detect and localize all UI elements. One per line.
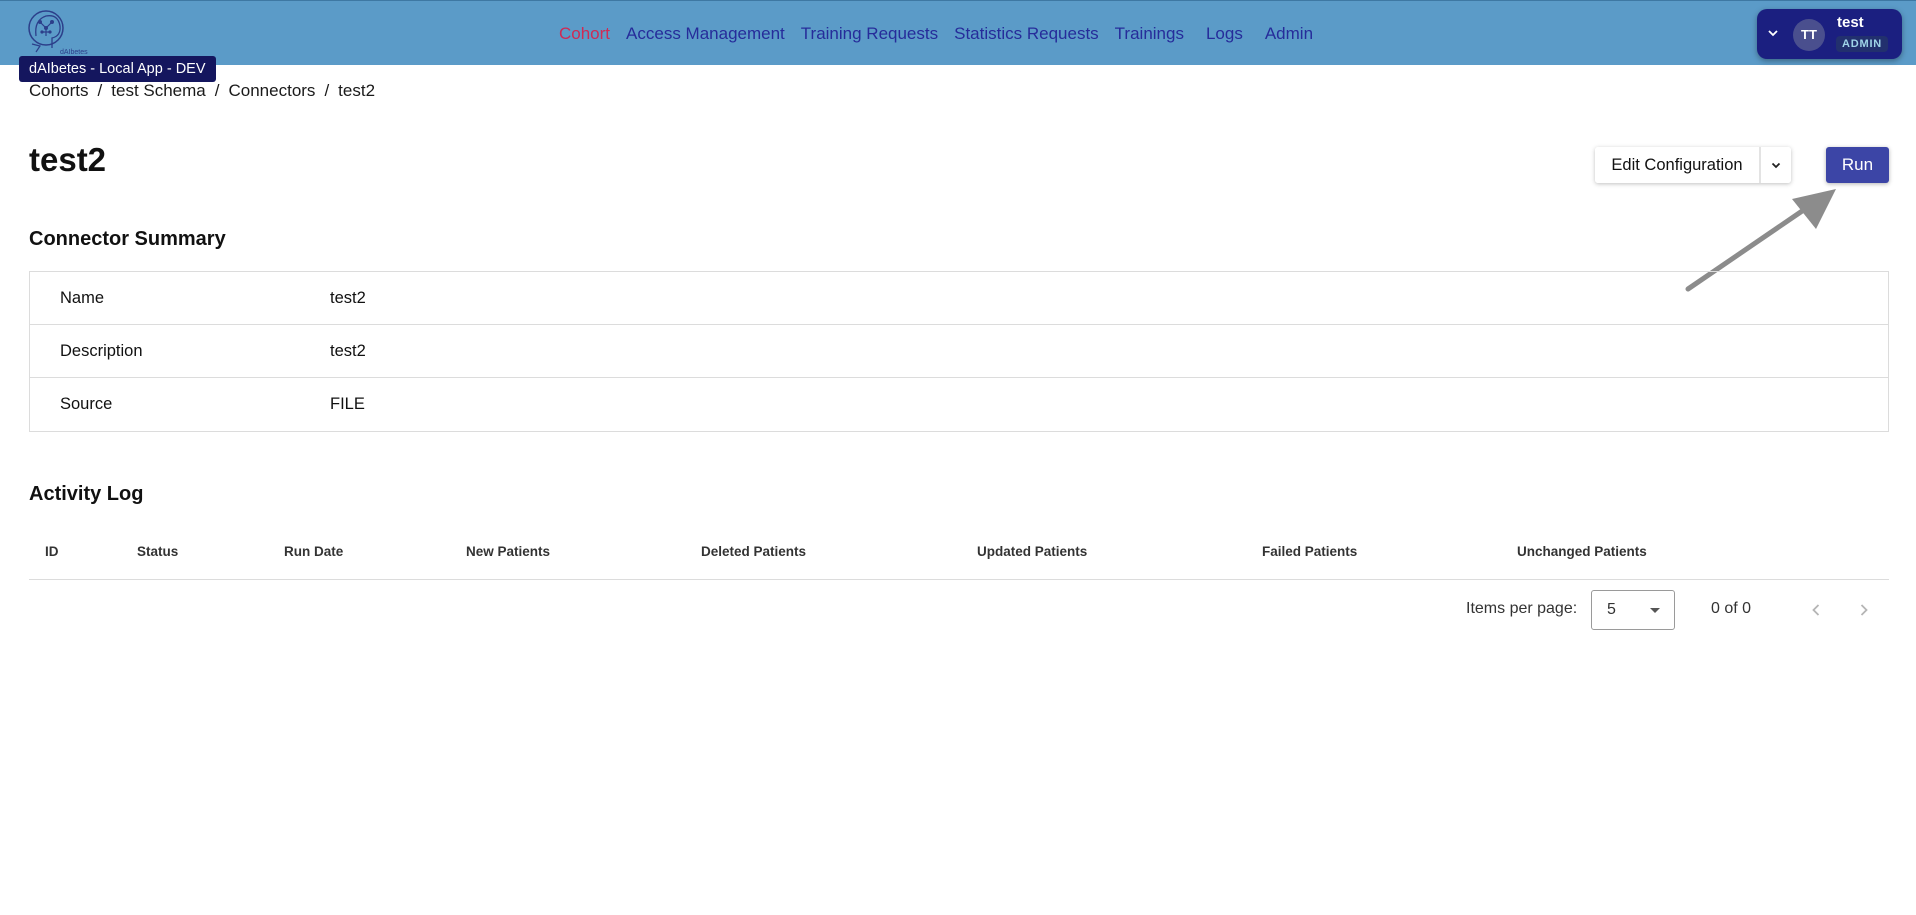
summary-row-description: Description test2 xyxy=(30,325,1888,378)
connector-summary-table: Name test2 Description test2 Source FILE xyxy=(29,271,1889,432)
user-name: test xyxy=(1837,14,1864,31)
nav-logs[interactable]: Logs xyxy=(1206,24,1243,44)
environment-badge: dAIbetes - Local App - DEV xyxy=(19,56,216,82)
items-per-page-select[interactable]: 5 xyxy=(1591,590,1675,630)
connector-summary-title: Connector Summary xyxy=(29,228,226,250)
column-header-status[interactable]: Status xyxy=(137,544,178,559)
nav-admin[interactable]: Admin xyxy=(1265,24,1313,44)
activity-log-table-header: ID Status Run Date New Patients Deleted … xyxy=(29,532,1889,580)
nav-training-requests[interactable]: Training Requests xyxy=(801,24,938,44)
next-page-button[interactable] xyxy=(1852,598,1876,622)
edit-configuration-group: Edit Configuration xyxy=(1595,147,1791,183)
summary-row-name: Name test2 xyxy=(30,272,1888,325)
run-button[interactable]: Run xyxy=(1826,147,1889,183)
column-header-deleted-patients[interactable]: Deleted Patients xyxy=(701,544,806,559)
edit-options-dropdown-button[interactable] xyxy=(1761,147,1791,183)
chevron-down-icon xyxy=(1771,162,1781,169)
column-header-updated-patients[interactable]: Updated Patients xyxy=(977,544,1087,559)
page-title: test2 xyxy=(29,141,107,178)
avatar: TT xyxy=(1793,19,1825,51)
summary-key: Name xyxy=(60,288,105,307)
paginator: Items per page: 5 0 of 0 xyxy=(1466,590,1886,630)
chevron-down-icon xyxy=(1768,30,1778,37)
column-header-unchanged-patients[interactable]: Unchanged Patients xyxy=(1517,544,1647,559)
breadcrumb-current: test2 xyxy=(338,81,376,100)
previous-page-button[interactable] xyxy=(1804,598,1828,622)
user-menu[interactable]: TT test ADMIN xyxy=(1757,9,1902,59)
breadcrumb: Cohorts / test Schema / Connectors / tes… xyxy=(29,81,375,101)
column-header-id[interactable]: ID xyxy=(45,544,59,559)
breadcrumb-connectors[interactable]: Connectors xyxy=(229,81,316,101)
nav-cohort[interactable]: Cohort xyxy=(559,24,610,44)
breadcrumb-test-schema[interactable]: test Schema xyxy=(111,81,206,101)
breadcrumb-separator: / xyxy=(324,81,330,100)
summary-key: Source xyxy=(60,395,113,413)
items-per-page-label: Items per page: xyxy=(1466,600,1578,617)
column-header-run-date[interactable]: Run Date xyxy=(284,544,343,559)
activity-log-title: Activity Log xyxy=(29,483,144,505)
role-badge: ADMIN xyxy=(1836,36,1889,52)
page-range-label: 0 of 0 xyxy=(1711,600,1752,617)
summary-row-source: Source FILE xyxy=(30,378,1888,431)
nav-access-management[interactable]: Access Management xyxy=(626,24,785,44)
caret-down-icon xyxy=(1650,608,1660,613)
brain-logo-icon[interactable]: dAIbetes xyxy=(22,6,90,58)
summary-key: Description xyxy=(60,341,143,360)
summary-value: test2 xyxy=(330,288,366,307)
items-per-page-value: 5 xyxy=(1607,601,1616,618)
breadcrumb-separator: / xyxy=(97,81,103,100)
summary-value: FILE xyxy=(330,395,365,413)
nav-statistics-requests[interactable]: Statistics Requests xyxy=(954,24,1099,44)
column-header-new-patients[interactable]: New Patients xyxy=(466,544,550,559)
main-nav: Cohort Access Management Training Reques… xyxy=(559,1,1329,66)
edit-configuration-button[interactable]: Edit Configuration xyxy=(1595,147,1761,183)
svg-text:dAIbetes: dAIbetes xyxy=(60,49,88,56)
nav-trainings[interactable]: Trainings xyxy=(1115,24,1184,44)
breadcrumb-separator: / xyxy=(214,81,220,100)
breadcrumb-cohorts[interactable]: Cohorts xyxy=(29,81,89,101)
summary-value: test2 xyxy=(330,341,366,360)
top-navigation-bar: dAIbetes Cohort Access Management Traini… xyxy=(0,0,1916,65)
column-header-failed-patients[interactable]: Failed Patients xyxy=(1262,544,1357,559)
